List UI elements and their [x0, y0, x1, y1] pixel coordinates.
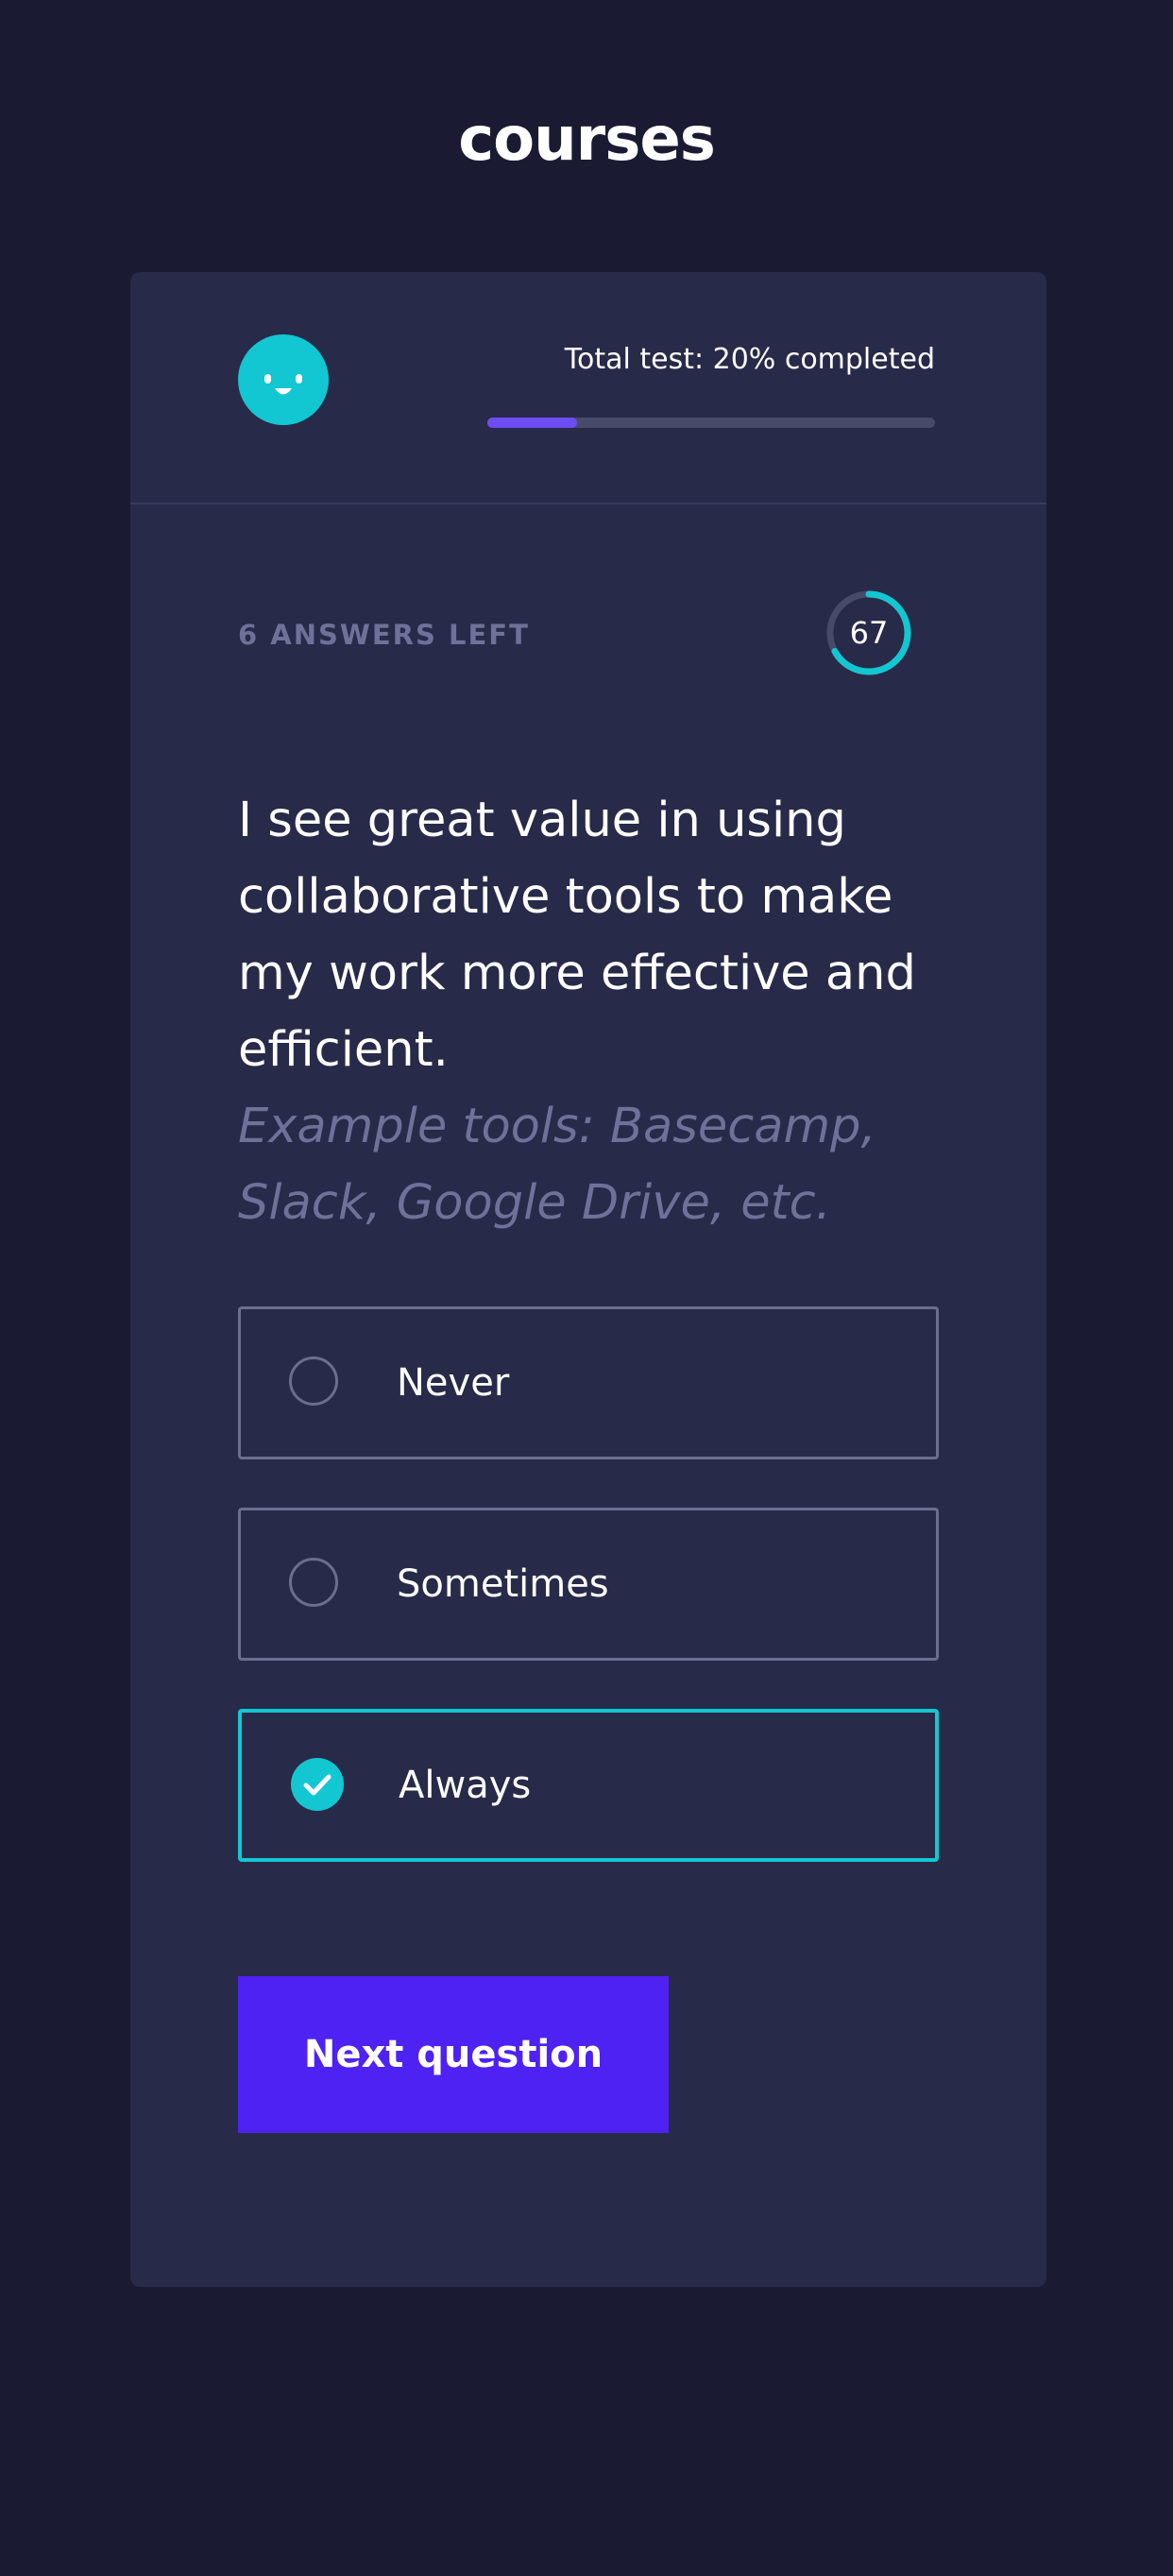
option-label: Always: [399, 1764, 532, 1807]
timer-value: 67: [849, 615, 889, 651]
smiley-face-icon: [238, 334, 329, 425]
brand-logo: courses: [458, 105, 716, 175]
quiz-card: Total test: 20% completed 6 ANSWERS LEFT…: [130, 272, 1046, 2287]
option-label: Never: [397, 1361, 510, 1405]
radio-icon[interactable]: [289, 1356, 338, 1406]
countdown-timer: 67: [824, 588, 914, 678]
radio-icon[interactable]: [289, 1558, 338, 1607]
option-never[interactable]: Never: [238, 1306, 939, 1459]
next-question-button[interactable]: Next question: [238, 1976, 669, 2133]
option-label: Sometimes: [397, 1562, 609, 1606]
answers-left-counter: 6 ANSWERS LEFT: [238, 619, 530, 651]
option-sometimes[interactable]: Sometimes: [238, 1508, 939, 1661]
question-statement: I see great value in using collaborative…: [238, 793, 916, 1078]
question-hint: Example tools: Basecamp, Slack, Google D…: [238, 1099, 876, 1231]
checkmark-icon[interactable]: [291, 1758, 344, 1811]
progress-bar-fill: [487, 418, 577, 428]
option-always[interactable]: Always: [238, 1709, 939, 1862]
progress-bar: [487, 418, 935, 428]
question-text: I see great value in using collaborative…: [238, 782, 956, 1241]
card-header: Total test: 20% completed: [130, 272, 1046, 504]
progress-label: Total test: 20% completed: [564, 343, 935, 376]
